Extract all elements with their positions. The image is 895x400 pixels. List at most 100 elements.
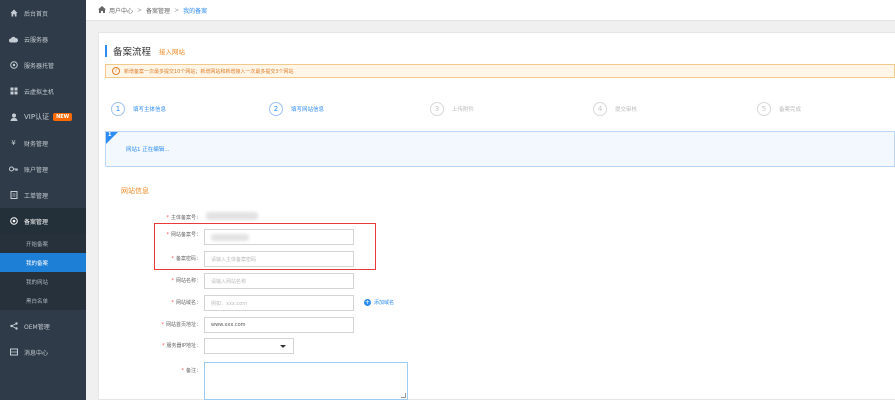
sidebar-item-label: 财务管理 (24, 140, 49, 148)
sidebar-item-finance[interactable]: ¥ 财务管理 (0, 130, 86, 156)
homepage-label-text: 网站首页地址： (165, 322, 201, 328)
site-name-label: * 网站名称： (171, 278, 201, 284)
breadcrumb: 用户中心 > 备案管理 > 我的备案 (86, 0, 895, 21)
resize-handle[interactable] (401, 393, 406, 398)
sidebar-item-tickets[interactable]: 工单管理 (0, 182, 86, 208)
subject-no-label: * 主体备案号： (166, 215, 201, 221)
grid-icon (9, 87, 18, 96)
sidebar-item-label: 账户管理 (24, 166, 49, 174)
user-icon (9, 113, 18, 122)
sidebar-item-label: 服务器托管 (24, 62, 55, 70)
step-number: 2 (269, 102, 283, 116)
server-ip-label: * 服务器IP地址： (162, 343, 202, 349)
yen-icon: ¥ (11, 139, 16, 147)
chevron-down-icon (280, 344, 286, 348)
sidebar-item-home[interactable]: 后台首页 (0, 0, 86, 26)
new-badge: NEW (53, 113, 73, 121)
sidebar-item-oem[interactable]: OEM管理 (0, 313, 86, 339)
domain-label-text: 网站域名： (175, 300, 201, 306)
domain-input[interactable]: 例如：xxx.com (204, 295, 354, 311)
subject-no-label-text: 主体备案号： (170, 215, 201, 221)
site-tab[interactable]: 1 网站1 正在编辑... (105, 131, 895, 167)
step-number: 3 (430, 102, 444, 116)
shield-icon (9, 217, 18, 226)
step-number: 4 (593, 102, 607, 116)
progress-steps: 1 填写主体信息 2 填写网站信息 3 上传附件 4 提交审核 5 备案完成 (105, 102, 895, 118)
domain-label: * 网站域名： (171, 300, 201, 306)
sidebar-item-label: 云虚拟主机 (24, 88, 55, 96)
site-name-placeholder: 请输入网站名称 (211, 278, 247, 285)
sidebar-item-filing[interactable]: 备案管理 (0, 208, 86, 234)
sidebar-item-label: VIP认证 (24, 113, 50, 121)
title-accent (105, 45, 107, 57)
step-4: 4 提交审核 (593, 102, 637, 116)
sidebar-subitem-my-sites[interactable]: 我的网站 (0, 272, 86, 291)
add-domain-button[interactable]: + 添加域名 (364, 299, 394, 306)
sidebar-item-label: OEM管理 (24, 323, 50, 331)
page-title: 备案流程 接入网站 (105, 44, 185, 58)
message-icon (9, 348, 18, 357)
add-domain-label: 添加域名 (374, 300, 395, 306)
sidebar-subitem-blacklist[interactable]: 黑白名单 (0, 291, 86, 310)
sidebar-subitem-start-filing[interactable]: 开始备案 (0, 234, 86, 253)
homepage-input[interactable]: www.xxx.com (204, 317, 354, 333)
sidebar-item-label: 后台首页 (24, 10, 49, 18)
server-ip-label-text: 服务器IP地址： (166, 343, 202, 349)
cloud-icon (9, 35, 18, 44)
step-5: 5 备案完成 (757, 102, 801, 116)
sidebar-item-account[interactable]: 账户管理 (0, 156, 86, 182)
subject-no-value (206, 212, 258, 222)
sidebar-subitem-label: 开始备案 (26, 241, 49, 248)
sidebar-subitem-my-filing[interactable]: 我的备案 (0, 253, 86, 272)
breadcrumb-current: 我的备案 (183, 7, 208, 15)
page-subtitle: 接入网站 (159, 48, 186, 56)
sidebar-item-hosting[interactable]: 服务器托管 (0, 52, 86, 78)
sidebar-subitem-label: 黑白名单 (26, 298, 49, 305)
site-tab-text: 网站1 正在编辑... (126, 147, 170, 153)
site-name-input[interactable]: 请输入网站名称 (204, 273, 354, 289)
sidebar-subitem-label: 我的网站 (26, 279, 49, 286)
section-title: 网站信息 (121, 187, 149, 195)
ticket-icon (9, 191, 18, 200)
home-icon (9, 9, 18, 18)
step-label: 填写网站信息 (291, 107, 325, 113)
sidebar-item-label: 云服务器 (24, 36, 49, 44)
homepage-value: www.xxx.com (211, 322, 246, 328)
sidebar-item-virtual-host[interactable]: 云虚拟主机 (0, 78, 86, 104)
share-icon (9, 322, 18, 331)
step-3: 3 上传附件 (430, 102, 474, 116)
remark-label: * 备注： (181, 368, 201, 374)
key-icon (9, 165, 18, 174)
step-number: 5 (757, 102, 771, 116)
step-label: 提交审核 (615, 107, 638, 113)
step-label: 填写主体信息 (133, 107, 167, 113)
page-title-text: 备案流程 (113, 47, 152, 58)
sidebar-item-label: 工单管理 (24, 192, 49, 200)
step-label: 上传附件 (452, 107, 475, 113)
plus-icon: + (364, 298, 371, 306)
breadcrumb-separator: > (174, 6, 180, 14)
site-name-label-text: 网站名称： (175, 278, 201, 284)
server-icon (9, 61, 18, 70)
site-tab-number: 1 (108, 132, 112, 138)
step-2: 2 填写网站信息 (269, 102, 324, 116)
breadcrumb-filing-management[interactable]: 备案管理 (146, 6, 170, 15)
notice-text: 新增备案一次最多提交10个网站；新增网站和新增接入一次最多提交3个网站 (124, 68, 294, 75)
home-icon (98, 5, 106, 15)
remark-label-text: 备注： (185, 368, 201, 374)
breadcrumb-separator: > (137, 6, 143, 14)
sidebar-item-messages[interactable]: 消息中心 (0, 339, 86, 365)
sidebar-item-label: 备案管理 (24, 218, 49, 226)
highlight-box (154, 223, 376, 270)
sidebar-item-vip[interactable]: VIP认证 NEW (0, 104, 86, 130)
step-label: 备案完成 (779, 107, 802, 113)
server-ip-select[interactable] (204, 338, 294, 354)
domain-placeholder: 例如：xxx.com (211, 300, 248, 307)
info-icon: i (112, 67, 120, 75)
breadcrumb-home[interactable]: 用户中心 (109, 6, 133, 15)
step-1: 1 填写主体信息 (111, 102, 166, 116)
sidebar: 后台首页 云服务器 服务器托管 云虚拟主机 VIP认证 NEW ¥ 财务管理 账… (0, 0, 86, 400)
sidebar-item-cloud-server[interactable]: 云服务器 (0, 26, 86, 52)
remark-textarea[interactable] (204, 362, 408, 400)
notice-banner: i 新增备案一次最多提交10个网站；新增网站和新增接入一次最多提交3个网站 (105, 64, 895, 78)
